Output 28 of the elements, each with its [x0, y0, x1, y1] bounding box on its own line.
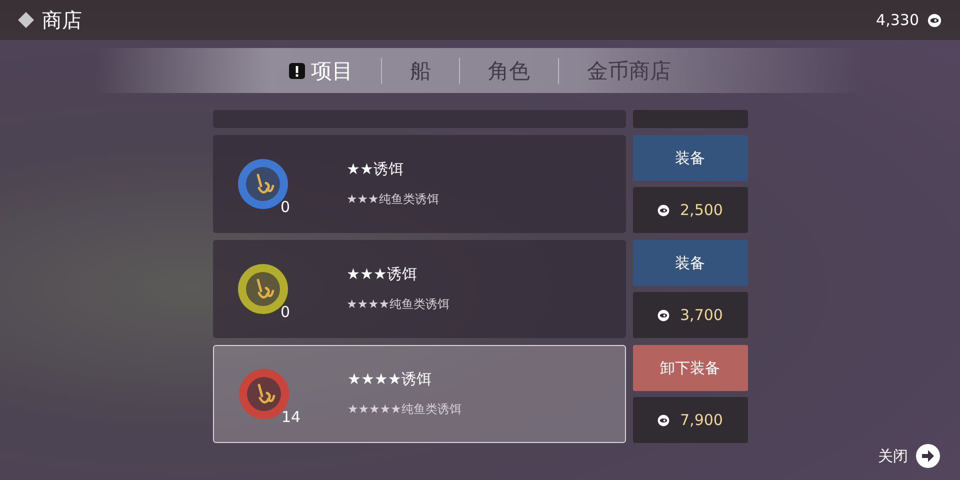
- price-button[interactable]: 7,900: [632, 397, 748, 443]
- equip-button[interactable]: 装备: [632, 240, 748, 286]
- item-count: 0: [280, 198, 290, 216]
- item-card[interactable]: 0 ★★★诱饵 ★★★★纯鱼类诱饵: [212, 240, 626, 338]
- unequip-button[interactable]: 卸下装备: [632, 345, 748, 391]
- item-name: ★★诱饵: [346, 160, 404, 179]
- price-button[interactable]: 3,700: [632, 292, 748, 338]
- item-card[interactable]: 0 ★★诱饵 ★★★纯鱼类诱饵: [212, 135, 626, 233]
- coin-balance: 4,330: [876, 11, 919, 29]
- item-card[interactable]: [212, 110, 626, 128]
- item-card[interactable]: 14 ★★★★诱饵 ★★★★★纯鱼类诱饵: [212, 345, 626, 443]
- equip-button[interactable]: 装备: [632, 135, 748, 181]
- item-description: ★★★★纯鱼类诱饵: [346, 296, 450, 313]
- item-description: ★★★★★纯鱼类诱饵: [348, 401, 462, 418]
- coin-icon: [657, 308, 670, 322]
- coin-icon: [657, 414, 670, 426]
- item-name: ★★★诱饵: [346, 265, 418, 284]
- item-count: 0: [280, 303, 290, 321]
- page-title: 商店: [42, 6, 82, 34]
- coin-icon: [657, 204, 670, 216]
- close-button[interactable]: 关闭: [878, 444, 940, 468]
- diamond-icon: [18, 12, 34, 28]
- price-button[interactable]: 2,500: [632, 187, 748, 233]
- coin-icon: [927, 12, 942, 28]
- item-count: 14: [282, 408, 301, 426]
- item-name: ★★★★诱饵: [348, 370, 432, 389]
- item-description: ★★★纯鱼类诱饵: [346, 191, 439, 208]
- price-button[interactable]: [632, 110, 748, 128]
